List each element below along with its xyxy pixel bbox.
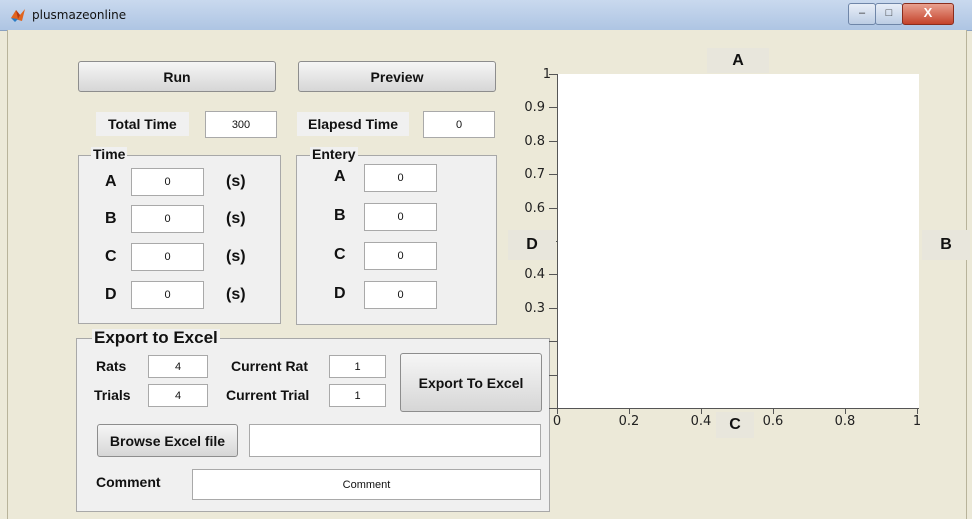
entry-field-d[interactable]: 0 — [364, 281, 437, 309]
y-tick — [549, 308, 557, 309]
y-tick — [549, 174, 557, 175]
total-time-label: Total Time — [96, 112, 189, 136]
time-label-a: A — [105, 173, 117, 190]
comment-label: Comment — [96, 474, 161, 490]
x-tick-label: 0.4 — [690, 414, 712, 429]
plot-area — [557, 74, 919, 409]
entry-label-d: D — [334, 285, 346, 302]
entry-field-b[interactable]: 0 — [364, 203, 437, 231]
entry-field-a[interactable]: 0 — [364, 164, 437, 192]
matlab-icon — [11, 9, 25, 22]
time-field-c[interactable]: 0 — [131, 243, 204, 271]
browse-excel-file-button[interactable]: Browse Excel file — [97, 424, 238, 457]
time-field-d[interactable]: 0 — [131, 281, 204, 309]
current-rat-label: Current Rat — [231, 358, 309, 374]
y-tick — [549, 274, 557, 275]
time-label-c: C — [105, 248, 117, 265]
rats-field[interactable]: 4 — [148, 355, 208, 378]
y-tick — [549, 141, 557, 142]
export-group-title: Export to Excel — [92, 328, 220, 347]
x-tick-label: 0.6 — [762, 414, 784, 429]
current-trial-field[interactable]: 1 — [329, 384, 386, 407]
y-tick — [549, 107, 557, 108]
x-tick-label: 0 — [552, 414, 562, 429]
x-tick-label: 0.2 — [618, 414, 640, 429]
y-tick — [549, 408, 557, 409]
time-label-d: D — [105, 286, 117, 303]
direction-label-a: A — [707, 48, 769, 73]
rats-label: Rats — [96, 358, 127, 374]
y-tick-label: 0.4 — [524, 267, 545, 282]
trials-field[interactable]: 4 — [148, 384, 208, 407]
close-button[interactable]: X — [902, 3, 954, 25]
x-tick-label: 1 — [912, 414, 922, 429]
comment-field[interactable]: Comment — [192, 469, 541, 500]
direction-label-c: C — [716, 412, 754, 438]
y-tick-label: 1 — [542, 67, 551, 82]
elapsed-time-field[interactable]: 0 — [423, 111, 495, 138]
maximize-button[interactable]: □ — [875, 3, 903, 25]
y-tick-label: 0.6 — [524, 201, 545, 216]
y-tick — [549, 375, 557, 376]
entry-label-a: A — [334, 168, 346, 185]
entry-group-title: Entery — [310, 146, 358, 162]
window-title: plusmazeonline — [32, 8, 127, 22]
y-tick — [549, 208, 557, 209]
entry-label-c: C — [334, 246, 346, 263]
time-field-a[interactable]: 0 — [131, 168, 204, 196]
minimize-button[interactable]: – — [848, 3, 876, 25]
direction-label-b: B — [922, 230, 970, 260]
entry-label-b: B — [334, 207, 346, 224]
run-button[interactable]: Run — [78, 61, 276, 92]
time-unit-c: (s) — [226, 248, 246, 265]
x-tick-label: 0.8 — [834, 414, 856, 429]
current-rat-field[interactable]: 1 — [329, 355, 386, 378]
time-unit-a: (s) — [226, 173, 246, 190]
y-tick-label: 0.3 — [524, 301, 545, 316]
y-tick — [549, 341, 557, 342]
preview-button[interactable]: Preview — [298, 61, 496, 92]
time-group-title: Time — [91, 146, 128, 162]
excel-file-path-field[interactable] — [249, 424, 541, 457]
total-time-field[interactable]: 300 — [205, 111, 277, 138]
y-tick-label: 0.9 — [524, 100, 545, 115]
direction-label-d: D — [508, 230, 556, 260]
export-to-excel-button[interactable]: Export To Excel — [400, 353, 542, 412]
entry-field-c[interactable]: 0 — [364, 242, 437, 270]
elapsed-time-label: Elapesd Time — [297, 112, 410, 136]
y-tick-label: 0.7 — [524, 167, 545, 182]
y-tick-label: 0.8 — [524, 134, 545, 149]
trials-label: Trials — [94, 387, 131, 403]
time-unit-d: (s) — [226, 286, 246, 303]
title-bar: plusmazeonline – □ X — [0, 0, 972, 31]
current-trial-label: Current Trial — [226, 387, 310, 403]
time-field-b[interactable]: 0 — [131, 205, 204, 233]
time-label-b: B — [105, 210, 117, 227]
time-unit-b: (s) — [226, 210, 246, 227]
